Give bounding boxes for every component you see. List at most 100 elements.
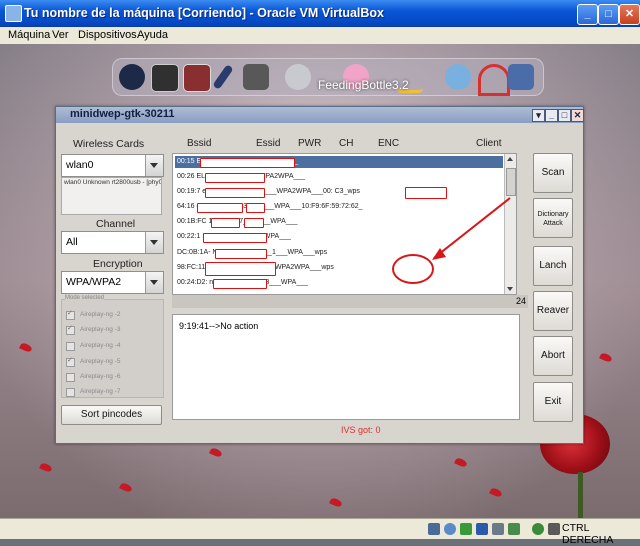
wireless-card-value: wlan0 (66, 159, 94, 171)
network-list-scrollbar[interactable] (504, 154, 516, 294)
minidwep-window: minidwep-gtk-30211 ▾ _ □ ✕ Wireless Card… (55, 106, 584, 444)
wallpaper-petal (209, 446, 223, 459)
close-button[interactable]: ✕ (619, 4, 640, 25)
redaction-box (197, 203, 243, 213)
brush-icon[interactable] (212, 64, 234, 90)
col-client: Client (476, 138, 502, 149)
scan-button[interactable]: Scan (533, 153, 573, 193)
checkbox[interactable] (66, 342, 75, 351)
redaction-box (200, 158, 295, 168)
wireless-icon[interactable] (478, 64, 510, 96)
app-close-button[interactable]: ✕ (571, 109, 584, 122)
wallpaper-petal (489, 486, 503, 499)
app-minimize-button[interactable]: _ (545, 109, 558, 122)
cdrom-status-icon[interactable] (444, 523, 456, 535)
xfe-icon[interactable] (508, 64, 534, 90)
encryption-select[interactable]: WPA/WPA2 (61, 271, 164, 294)
col-essid: Essid (256, 138, 281, 149)
app-maximize-button[interactable]: □ (558, 109, 571, 122)
encryption-label: Encryption (93, 258, 143, 270)
chevron-down-icon[interactable] (145, 155, 163, 176)
col-enc: ENC (378, 138, 400, 149)
host-menu-bar: Máquina Ver Dispositivos Ayuda (0, 27, 640, 45)
wallpaper-petal (329, 496, 343, 509)
exit-button[interactable]: Exit (533, 382, 573, 422)
checkbox[interactable] (66, 373, 75, 382)
chevron-down-icon[interactable] (145, 272, 163, 293)
mode-selected-group: Mode selected Aireplay-ng -2 Aireplay-ng… (61, 295, 164, 398)
mode-caption: Mode selected (65, 295, 105, 301)
settings-icon[interactable] (243, 64, 269, 90)
checkbox[interactable] (66, 388, 75, 397)
wallpaper-petal (39, 461, 53, 474)
power-icon[interactable] (119, 64, 145, 90)
rose-stem (578, 472, 583, 518)
channel-label: Channel (96, 218, 136, 230)
display-status-icon[interactable] (508, 523, 520, 535)
menu-dispositivos[interactable]: Dispositivos (78, 29, 137, 41)
window-icon[interactable] (183, 64, 211, 92)
scroll-thumb[interactable] (506, 168, 516, 196)
keyboard-capture-icon[interactable] (548, 523, 560, 535)
virtualbox-icon (5, 5, 22, 22)
mouse-integration-icon[interactable] (532, 523, 544, 535)
wallpaper-petal (599, 351, 613, 364)
terminal-icon[interactable] (151, 64, 179, 92)
maximize-button[interactable]: □ (598, 4, 619, 25)
launch-button[interactable]: Lanch (533, 246, 573, 286)
channel-select[interactable]: All (61, 231, 164, 254)
checkbox[interactable] (66, 324, 75, 335)
channel-value: All (66, 236, 78, 248)
annotation-ellipse (392, 254, 434, 284)
dock-label: FeedingBottle3.2 (318, 78, 409, 92)
menu-ver[interactable]: Ver (52, 29, 69, 41)
host-window-title: Tu nombre de la máquina [Corriendo] - Or… (24, 6, 385, 20)
harddisk-status-icon[interactable] (428, 523, 440, 535)
sort-pincodes-button[interactable]: Sort pincodes (61, 405, 162, 425)
redaction-box (246, 203, 265, 213)
network-icon[interactable] (445, 64, 471, 90)
checkbox[interactable] (66, 309, 75, 320)
menu-maquina[interactable]: Máquina (8, 29, 50, 41)
host-title-bar[interactable]: Tu nombre de la máquina [Corriendo] - Or… (0, 0, 640, 27)
redaction-box (205, 188, 265, 198)
harddisk-icon[interactable] (285, 64, 311, 90)
network-list[interactable]: 00:15 Ext__-77___3___WPA2WPA___ 00:26 EL… (172, 153, 517, 295)
redaction-box (405, 187, 447, 199)
reaver-button[interactable]: Reaver (533, 291, 573, 331)
host-status-bar: CTRL DERECHA (0, 518, 640, 546)
log-output[interactable]: 9:19:41-->No action (172, 314, 520, 420)
wallpaper-petal (454, 456, 468, 469)
app-title-bar[interactable]: minidwep-gtk-30211 ▾ _ □ ✕ (56, 107, 584, 123)
ivs-status: IVS got: 0 (341, 425, 381, 435)
redaction-box (215, 249, 267, 259)
redaction-box (244, 218, 264, 228)
shared-folder-status-icon[interactable] (492, 523, 504, 535)
col-pwr: PWR (298, 138, 322, 149)
host-key-label: CTRL DERECHA (562, 522, 614, 546)
encryption-value: WPA/WPA2 (66, 276, 122, 288)
log-line: 9:19:41-->No action (179, 321, 259, 331)
card-info: wlan0 Unknown rt2800usb - [phy0] (61, 177, 162, 215)
chevron-down-icon[interactable] (145, 232, 163, 253)
scroll-down-icon[interactable] (507, 287, 513, 291)
usb-status-icon[interactable] (460, 523, 472, 535)
wallpaper-petal (119, 481, 133, 494)
network-status-icon[interactable] (476, 523, 488, 535)
menu-ayuda[interactable]: Ayuda (137, 29, 168, 41)
redaction-box (203, 233, 267, 243)
abort-button[interactable]: Abort (533, 336, 573, 376)
network-count-bar: 24 (172, 295, 528, 308)
minimize-button[interactable]: _ (577, 4, 598, 25)
checkbox[interactable] (66, 356, 75, 367)
wireless-cards-label: Wireless Cards (73, 138, 145, 150)
redaction-box (205, 173, 265, 183)
col-ch: CH (339, 138, 354, 149)
col-bssid: Bssid (187, 138, 212, 149)
app-menu-button[interactable]: ▾ (532, 109, 545, 122)
scroll-up-icon[interactable] (507, 157, 513, 161)
wireless-card-select[interactable]: wlan0 (61, 154, 164, 177)
network-count: 24 (515, 296, 526, 306)
dictionary-attack-button[interactable]: Dictionary Attack (533, 198, 573, 238)
redaction-box (211, 218, 240, 228)
